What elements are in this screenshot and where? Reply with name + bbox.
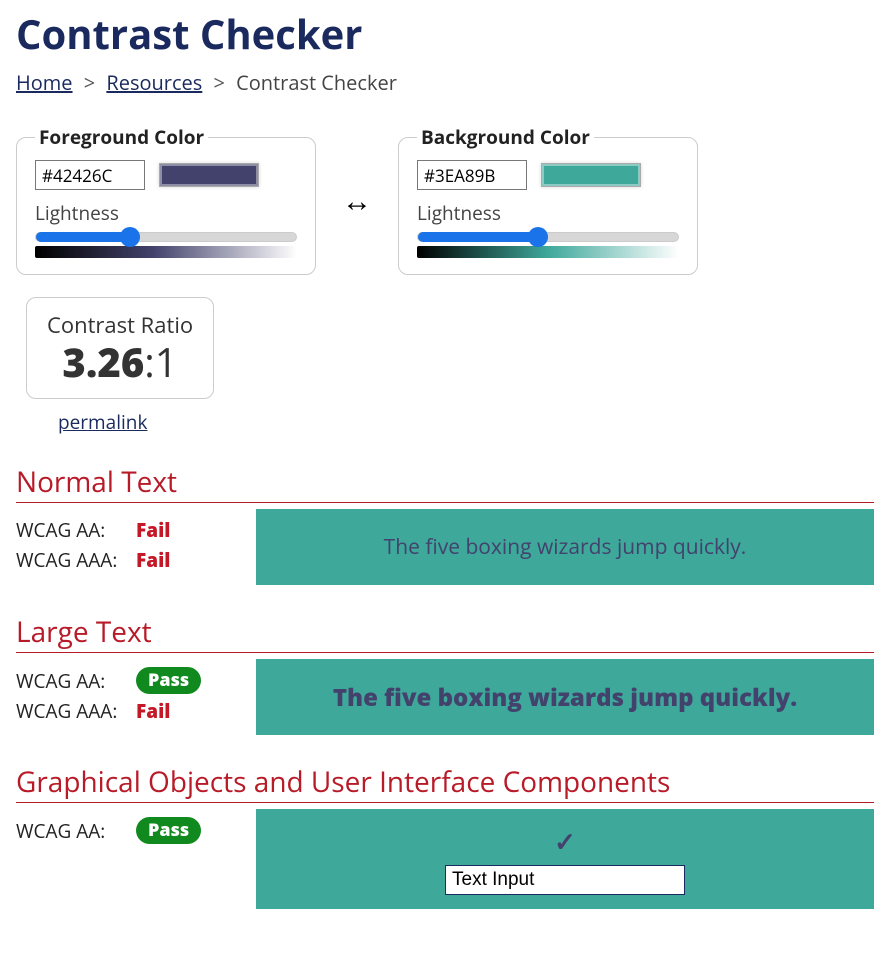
breadcrumb-sep-icon: > — [84, 69, 95, 96]
foreground-hex-input[interactable] — [35, 160, 145, 190]
breadcrumb: Home > Resources > Contrast Checker — [16, 69, 874, 96]
breadcrumb-home[interactable]: Home — [16, 69, 73, 96]
background-fieldset: Background Color Lightness — [398, 124, 698, 275]
foreground-swatch[interactable] — [159, 163, 259, 187]
foreground-legend: Foreground Color — [35, 124, 208, 150]
contrast-ratio-panel: Contrast Ratio 3.26:1 — [26, 297, 214, 399]
breadcrumb-sep-icon: > — [214, 69, 225, 96]
breadcrumb-current: Contrast Checker — [236, 69, 397, 96]
normal-aa-result: Fail — [136, 517, 170, 543]
permalink-link[interactable]: permalink — [58, 409, 147, 435]
normal-sample-text: The five boxing wizards jump quickly. — [384, 533, 747, 561]
large-aa-label: WCAG AA: — [16, 668, 136, 694]
large-sample-text: The five boxing wizards jump quickly. — [333, 681, 797, 714]
large-aaa-result: Fail — [136, 698, 170, 724]
breadcrumb-resources[interactable]: Resources — [106, 69, 202, 96]
background-swatch[interactable] — [541, 163, 641, 187]
section-title-ui: Graphical Objects and User Interface Com… — [16, 763, 874, 803]
normal-aaa-result: Fail — [136, 547, 170, 573]
normal-sample-panel: The five boxing wizards jump quickly. — [256, 509, 874, 585]
swap-icon[interactable]: ↔ — [336, 179, 378, 220]
background-legend: Background Color — [417, 124, 594, 150]
background-gradient-bar — [417, 246, 679, 258]
ui-aa-result: Pass — [136, 817, 201, 844]
background-lightness-label: Lightness — [417, 200, 679, 226]
large-sample-panel: The five boxing wizards jump quickly. — [256, 659, 874, 735]
demo-text-input[interactable] — [445, 865, 685, 895]
background-lightness-slider[interactable] — [417, 232, 679, 242]
foreground-fieldset: Foreground Color Lightness — [16, 124, 316, 275]
section-title-large: Large Text — [16, 613, 874, 653]
large-aaa-label: WCAG AAA: — [16, 698, 136, 724]
large-aa-result: Pass — [136, 667, 201, 694]
foreground-lightness-slider[interactable] — [35, 232, 297, 242]
foreground-gradient-bar — [35, 246, 297, 258]
normal-aaa-label: WCAG AAA: — [16, 547, 136, 573]
section-title-normal: Normal Text — [16, 463, 874, 503]
page-title: Contrast Checker — [16, 0, 874, 61]
normal-aa-label: WCAG AA: — [16, 517, 136, 543]
contrast-ratio-value: 3.26:1 — [47, 340, 193, 384]
ui-sample-panel: ✓ — [256, 809, 874, 909]
ui-aa-label: WCAG AA: — [16, 818, 136, 844]
check-icon: ✓ — [554, 823, 576, 859]
foreground-lightness-label: Lightness — [35, 200, 297, 226]
background-hex-input[interactable] — [417, 160, 527, 190]
